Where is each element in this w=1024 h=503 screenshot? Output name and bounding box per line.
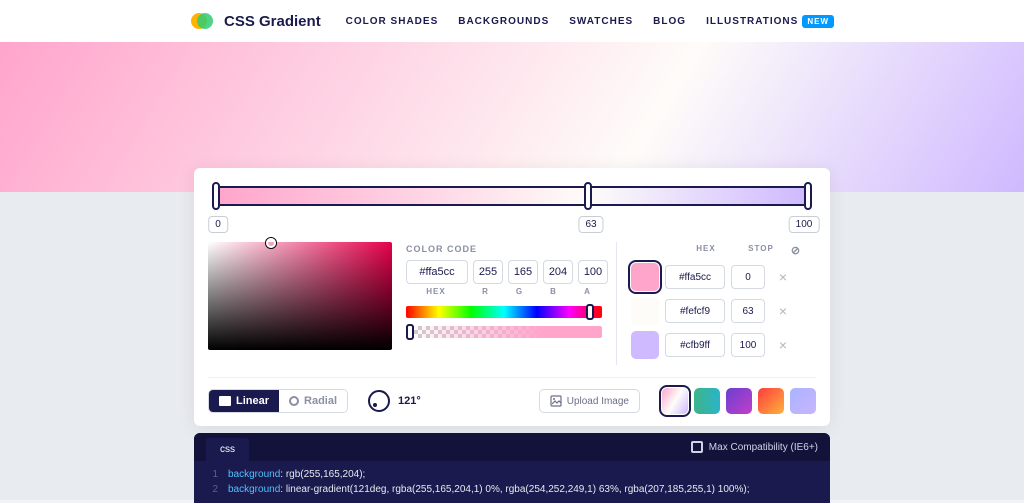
line-number: 1 (204, 467, 218, 482)
logo-icon (190, 9, 214, 33)
header: CSS Gradient COLOR SHADES BACKGROUNDS SW… (0, 0, 1024, 42)
hue-slider[interactable] (406, 306, 602, 318)
code-prop: background (228, 469, 280, 480)
upload-label: Upload Image (567, 396, 629, 407)
angle-dial[interactable] (368, 390, 390, 412)
brand-text: CSS Gradient (224, 13, 321, 30)
stop-pos-2[interactable]: 100 (789, 216, 820, 233)
gradient-type-toggle: Linear Radial (208, 389, 348, 413)
upload-image-button[interactable]: Upload Image (539, 389, 640, 413)
css-tab[interactable]: css (206, 438, 249, 461)
preset-4[interactable] (790, 388, 816, 414)
stop-hex-input-0[interactable] (665, 265, 725, 289)
code-tabs: css Max Compatibility (IE6+) (194, 433, 830, 461)
new-badge: NEW (802, 15, 834, 28)
nav-illustrations-label: ILLUSTRATIONS (706, 16, 798, 27)
gradient-handle-1[interactable] (584, 182, 592, 210)
checkbox-icon (691, 441, 703, 453)
stop-pos-input-1[interactable] (731, 299, 765, 323)
color-code-title: COLOR CODE (406, 244, 602, 254)
stops-table: HEX STOP ⊘ × × × (631, 242, 816, 365)
gradient-handle-0[interactable] (212, 182, 220, 210)
code-val: : rgb(255,165,204); (280, 469, 365, 480)
image-icon (550, 395, 562, 407)
stops-hex-header: HEX (671, 244, 741, 257)
nav-blog[interactable]: BLOG (653, 16, 686, 27)
nav-color-shades[interactable]: COLOR SHADES (346, 16, 439, 27)
alpha-handle[interactable] (406, 324, 414, 340)
preset-1[interactable] (694, 388, 720, 414)
gradient-preview (216, 186, 808, 206)
stops-del-header: ⊘ (781, 244, 811, 257)
gradient-handle-2[interactable] (804, 182, 812, 210)
angle-value: 121° (398, 395, 421, 407)
gradient-bar[interactable] (208, 182, 816, 210)
stop-positions: 0 63 100 (208, 216, 816, 234)
radial-button[interactable]: Radial (279, 390, 347, 412)
stop-pos-0[interactable]: 0 (208, 216, 228, 233)
saturation-picker (208, 242, 392, 365)
linear-label: Linear (236, 395, 269, 407)
stops-stop-header: STOP (741, 244, 781, 257)
stop-delete-2[interactable]: × (771, 337, 795, 353)
b-label: B (539, 287, 568, 296)
code-output-panel: css Max Compatibility (IE6+) 1 background… (194, 433, 830, 503)
stop-delete-1[interactable]: × (771, 303, 795, 319)
nav: COLOR SHADES BACKGROUNDS SWATCHES BLOG I… (346, 16, 834, 27)
stop-swatch-0[interactable] (631, 263, 659, 291)
g-label: G (505, 287, 534, 296)
r-input[interactable] (473, 260, 503, 284)
stop-row: × (631, 263, 816, 291)
stop-hex-input-1[interactable] (665, 299, 725, 323)
nav-swatches[interactable]: SWATCHES (569, 16, 633, 27)
stop-swatch-2[interactable] (631, 331, 659, 359)
hex-input[interactable] (406, 260, 468, 284)
stop-pos-input-0[interactable] (731, 265, 765, 289)
stop-hex-input-2[interactable] (665, 333, 725, 357)
logo[interactable]: CSS Gradient (190, 9, 321, 33)
hue-handle[interactable] (586, 304, 594, 320)
radial-icon (289, 396, 299, 406)
preset-2[interactable] (726, 388, 752, 414)
stop-delete-0[interactable]: × (771, 269, 795, 285)
stop-row: × (631, 297, 816, 325)
max-compat-toggle[interactable]: Max Compatibility (IE6+) (691, 441, 818, 453)
preset-3[interactable] (758, 388, 784, 414)
stop-swatch-1[interactable] (631, 297, 659, 325)
r-label: R (471, 287, 500, 296)
nav-illustrations[interactable]: ILLUSTRATIONS NEW (706, 16, 834, 27)
preset-swatches (662, 388, 816, 414)
a-label: A (573, 287, 602, 296)
code-body[interactable]: 1 background: rgb(255,165,204); 2 backgrou… (194, 461, 830, 503)
preset-0[interactable] (662, 388, 688, 414)
hex-label: HEX (406, 287, 466, 296)
bottom-toolbar: Linear Radial 121° Upload Image (208, 377, 816, 414)
code-val: : linear-gradient(121deg, rgba(255,165,2… (280, 484, 749, 495)
radial-label: Radial (304, 395, 337, 407)
code-prop: background (228, 484, 280, 495)
linear-button[interactable]: Linear (209, 390, 279, 412)
editor-panel: 0 63 100 COLOR CODE HEX R G B A (194, 168, 830, 426)
b-input[interactable] (543, 260, 573, 284)
stop-pos-1[interactable]: 63 (578, 216, 603, 233)
a-input[interactable] (578, 260, 608, 284)
saturation-box[interactable] (208, 242, 392, 350)
alpha-slider[interactable] (406, 326, 602, 338)
divider (616, 242, 617, 365)
angle-dot (373, 403, 377, 407)
stop-row: × (631, 331, 816, 359)
nav-backgrounds[interactable]: BACKGROUNDS (458, 16, 549, 27)
stop-pos-input-2[interactable] (731, 333, 765, 357)
saturation-cursor[interactable] (266, 238, 276, 248)
compat-label: Max Compatibility (IE6+) (709, 442, 818, 453)
line-number: 2 (204, 482, 218, 497)
g-input[interactable] (508, 260, 538, 284)
angle-control: 121° (368, 390, 421, 412)
color-code-section: COLOR CODE HEX R G B A (406, 242, 602, 365)
linear-icon (219, 396, 231, 406)
